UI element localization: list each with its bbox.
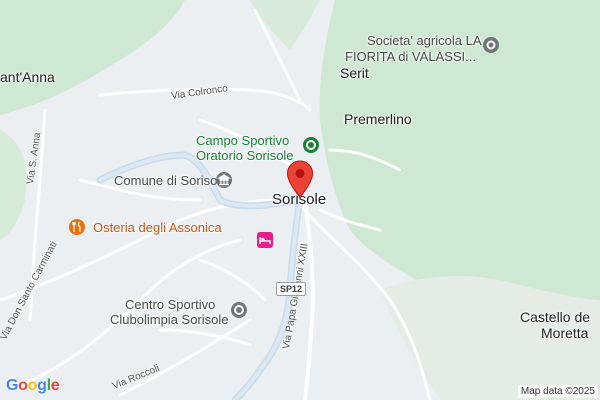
logo-letter: e: [50, 377, 60, 394]
poi-label-societa-line2[interactable]: FIORITA di VALASSI...: [345, 50, 476, 63]
place-label-castello-line1: Castello de: [520, 309, 591, 325]
town-hall-icon[interactable]: [215, 171, 233, 189]
poi-label-societa-line1[interactable]: Societa' agricola LA: [367, 34, 482, 47]
poi-label-campo-sportivo[interactable]: Campo Sportivo: [196, 134, 289, 147]
restaurant-icon[interactable]: [68, 218, 86, 236]
poi-label-osteria[interactable]: Osteria degli Assonica: [93, 221, 222, 234]
place-label-castello-line2: Moretta: [541, 325, 589, 341]
place-label-sant-anna: ant'Anna: [0, 69, 55, 85]
sports-venue-icon[interactable]: [302, 136, 320, 154]
logo-letter: G: [6, 377, 19, 394]
map-canvas[interactable]: ant'Anna Via Colronco Via S. Anna Campo …: [0, 0, 600, 400]
logo-letter: o: [27, 377, 38, 394]
poi-label-centro-sportivo[interactable]: Centro Sportivo: [125, 298, 215, 311]
logo-letter: g: [37, 377, 47, 394]
poi-label-oratorio-sorisole[interactable]: Oratorio Sorisole: [196, 149, 294, 162]
poi-label-clubolimpia[interactable]: Clubolimpia Sorisole: [110, 313, 229, 326]
map-attribution[interactable]: Map data ©2025: [517, 385, 598, 398]
sports-venue-icon-centro[interactable]: [230, 301, 248, 319]
poi-label-comune[interactable]: Comune di Sorisole: [114, 174, 227, 187]
place-marker-icon[interactable]: [482, 36, 500, 54]
place-label-premerlino: Premerlino: [344, 111, 412, 127]
place-label-serit: Serit: [340, 65, 369, 81]
google-logo: Google: [6, 377, 60, 395]
road-shield-sp12: SP12: [276, 282, 307, 296]
logo-letter: o: [18, 377, 28, 394]
hotel-icon[interactable]: [256, 231, 274, 249]
map-pin-icon[interactable]: [286, 160, 314, 198]
